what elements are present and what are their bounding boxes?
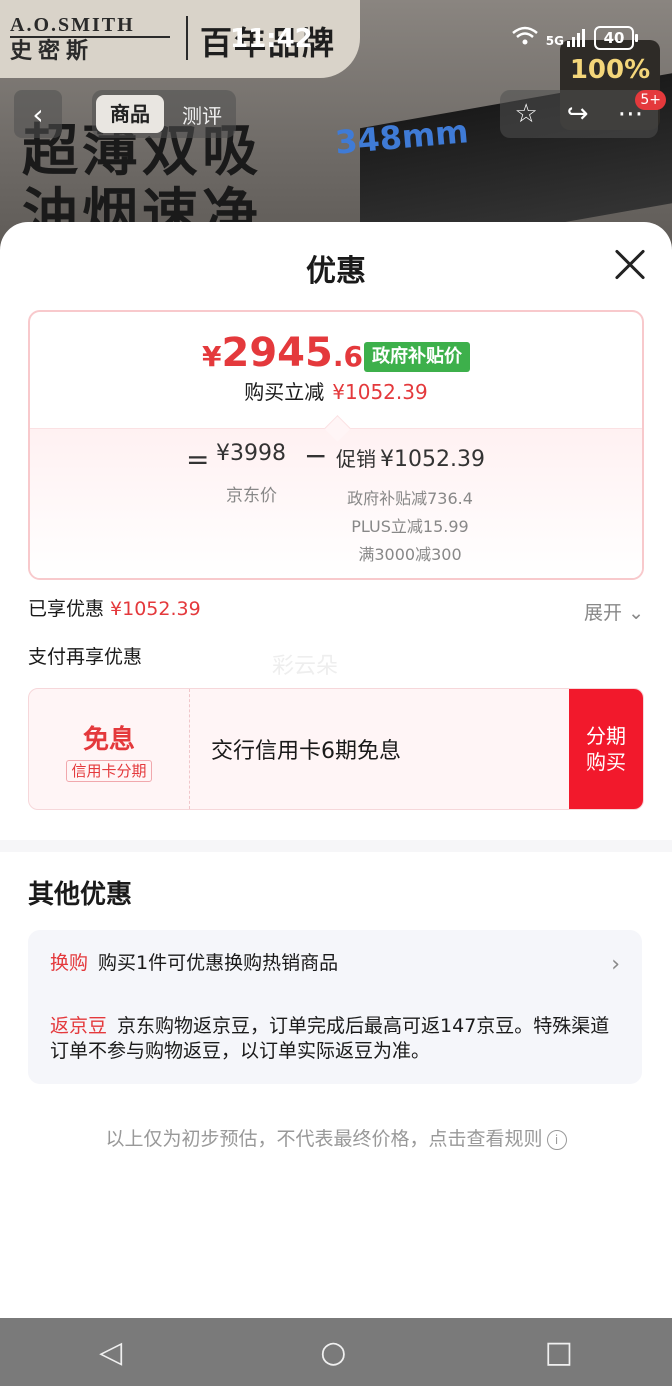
recent-square-icon[interactable]: □: [545, 1335, 573, 1370]
promo-item: 政府补贴减736.4: [347, 489, 473, 508]
status-icons: 5G 40: [511, 26, 638, 50]
other-discounts-card: 换购 购买1件可优惠换购热销商品 › 返京豆 京东购物返京豆，订单完成后最高可返14…: [28, 930, 642, 1084]
promo-total: 促销 ¥1052.39: [336, 447, 485, 472]
discount-sheet: 优惠 ¥2945.61 政府补贴价 购买立减 ¥1052.39 = ¥3998 京…: [0, 222, 672, 1318]
minus-sign: −: [304, 439, 328, 472]
sheet-title: 优惠: [306, 254, 366, 289]
brand-logo: A.O.SMITH 史密斯: [10, 14, 170, 64]
star-icon[interactable]: ☆: [514, 99, 537, 129]
system-nav-bar: ◁ ○ □: [0, 1318, 672, 1386]
installment-subtitle: 信用卡分期: [66, 760, 152, 782]
expand-button[interactable]: 展开 ⌄: [584, 598, 644, 625]
gov-subsidy-tag: 政府补贴价: [364, 342, 470, 372]
chevron-left-icon: ‹: [32, 97, 44, 131]
info-icon: i: [546, 1129, 567, 1150]
instant-cut: 购买立减 ¥1052.39: [244, 380, 428, 404]
pay-more-label: 支付再享优惠: [28, 646, 143, 668]
tab-product[interactable]: 商品: [96, 95, 164, 133]
watermark: 彩云朵: [272, 654, 339, 679]
brand-divider: [186, 16, 188, 60]
exchange-row[interactable]: 换购 购买1件可优惠换购热销商品: [50, 948, 338, 975]
jd-price: ¥3998: [216, 441, 286, 466]
back-button[interactable]: ‹: [14, 90, 62, 138]
battery-icon: 40: [594, 26, 638, 50]
message-count-badge: 5+: [635, 90, 666, 110]
chevron-down-icon: ⌄: [628, 602, 644, 624]
signal-icon: 5G: [546, 28, 586, 48]
price-breakdown: = ¥3998 京东价 − 促销 ¥1052.39 政府补贴减736.4 PLUS…: [30, 415, 642, 578]
installment-title: 免息: [82, 725, 135, 755]
home-circle-icon[interactable]: ○: [320, 1335, 346, 1370]
installment-description: 交行信用卡6期免息: [211, 739, 401, 764]
equals-sign: =: [186, 443, 210, 476]
chevron-right-icon[interactable]: ›: [611, 952, 620, 977]
enjoyed-discount: 已享优惠 ¥1052.39: [28, 598, 201, 620]
installment-buy-button[interactable]: 分期 购买: [569, 689, 643, 809]
wifi-icon: [511, 26, 538, 50]
jd-bean-row: 返京豆 京东购物返京豆，订单完成后最高可返147京豆。特殊渠道订单不参与购物返豆，…: [50, 1015, 610, 1062]
promo-item: PLUS立减15.99: [351, 517, 469, 536]
jd-price-label: 京东价: [226, 486, 277, 506]
price-card: ¥2945.61 政府补贴价 购买立减 ¥1052.39 = ¥3998 京东价 …: [28, 310, 644, 580]
back-triangle-icon[interactable]: ◁: [99, 1335, 122, 1370]
rules-link[interactable]: 以上仅为初步预估，不代表最终价格，点击查看规则 i: [0, 1124, 672, 1151]
product-tabs: 商品 测评: [92, 90, 236, 138]
final-price: ¥2945.61: [202, 330, 383, 376]
installment-card[interactable]: 免息 信用卡分期 交行信用卡6期免息 分期 购买: [28, 688, 644, 810]
top-actions: ☆ ↪ ⋯: [500, 90, 658, 138]
section-divider: [0, 840, 672, 852]
promo-item: 满3000减300: [358, 545, 462, 564]
tab-review[interactable]: 测评: [168, 100, 236, 129]
share-icon[interactable]: ↪: [567, 99, 589, 129]
other-discounts-title: 其他优惠: [28, 880, 133, 910]
close-icon[interactable]: [614, 248, 646, 280]
status-time: 11:42: [230, 24, 313, 54]
